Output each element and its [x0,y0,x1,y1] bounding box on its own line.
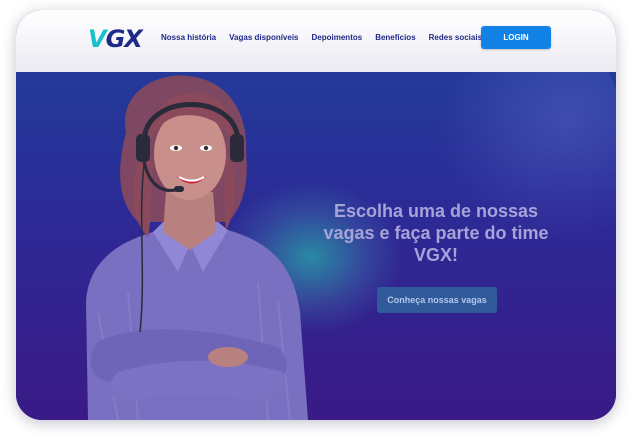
vgx-logo[interactable]: VGX [88,25,143,53]
conheca-vagas-button[interactable]: Conheça nossas vagas [377,287,497,313]
nav-links: Nossa história Vagas disponíveis Depoime… [161,33,495,42]
nav-link-beneficios[interactable]: Benefícios [375,33,415,42]
nav-link-nossa-historia[interactable]: Nossa história [161,33,216,42]
page-frame: VGX Nossa história Vagas disponíveis Dep… [16,10,616,420]
top-navbar: VGX Nossa história Vagas disponíveis Dep… [16,10,616,72]
nav-link-redes-sociais[interactable]: Redes sociais [429,33,482,42]
nav-link-depoimentos[interactable]: Depoimentos [312,33,363,42]
hero-section: Escolha uma de nossas vagas e faça parte… [16,72,616,420]
woman-with-headset-image [86,75,308,420]
hero-headline: Escolha uma de nossas vagas e faça parte… [323,201,549,265]
nav-link-vagas-disponiveis[interactable]: Vagas disponíveis [229,33,298,42]
login-button[interactable]: LOGIN [481,26,551,49]
